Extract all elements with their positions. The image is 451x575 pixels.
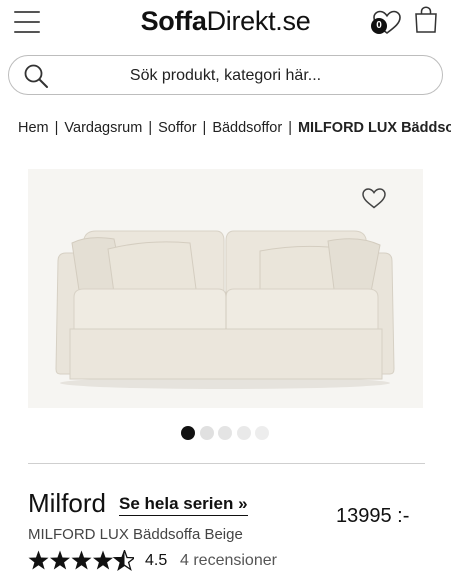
shopping-bag-icon[interactable] — [414, 6, 438, 33]
breadcrumb-item-home[interactable]: Hem — [18, 120, 49, 136]
breadcrumb-item-vardagsrum[interactable]: Vardagsrum — [64, 120, 142, 136]
product-name: Milford — [28, 488, 107, 518]
rating-value: 4.5 — [145, 552, 168, 569]
breadcrumb-separator: | — [202, 120, 207, 136]
logo-light-text: Direkt.se — [206, 6, 311, 36]
breadcrumb-item-soffor[interactable]: Soffor — [158, 120, 196, 136]
wishlist-count-badge: 0 — [371, 18, 387, 34]
breadcrumb-separator: | — [148, 120, 153, 136]
breadcrumb-separator: | — [288, 120, 292, 136]
product-price: 13995 :- — [336, 505, 410, 527]
product-subtitle: MILFORD LUX Bäddsoffa Beige — [28, 526, 243, 543]
add-to-wishlist-heart-icon[interactable] — [361, 186, 387, 210]
breadcrumb-item-baddsoffor[interactable]: Bäddsoffor — [212, 120, 282, 136]
star-full-icon — [28, 550, 49, 570]
gallery-dot[interactable] — [199, 426, 214, 440]
star-full-icon — [71, 550, 92, 570]
search-input[interactable]: Sök produkt, kategori här... — [9, 67, 442, 85]
gallery-dot[interactable] — [255, 426, 269, 440]
breadcrumb: Hem | Vardagsrum | Soffor | Bäddsoffor | MILFORD… — [18, 120, 451, 136]
see-series-link[interactable]: Se hela serien » — [119, 494, 248, 516]
reviews-link[interactable]: 4 recensioner — [180, 552, 277, 570]
divider — [28, 463, 425, 464]
star-full-icon — [93, 550, 113, 570]
site-header: SoffaDirekt.se 0 — [0, 0, 451, 46]
breadcrumb-separator: | — [54, 120, 59, 136]
logo-bold-text: Soffa — [140, 6, 207, 36]
gallery-dot[interactable] — [236, 426, 251, 440]
gallery-dot-active[interactable] — [181, 426, 195, 440]
rating-stars — [28, 550, 134, 572]
gallery-dot[interactable] — [218, 426, 232, 440]
breadcrumb-current: MILFORD LUX Bäddsoffa Beige — [297, 120, 451, 136]
star-full-icon — [50, 550, 70, 570]
search-bar[interactable]: Sök produkt, kategori här... — [8, 55, 443, 95]
